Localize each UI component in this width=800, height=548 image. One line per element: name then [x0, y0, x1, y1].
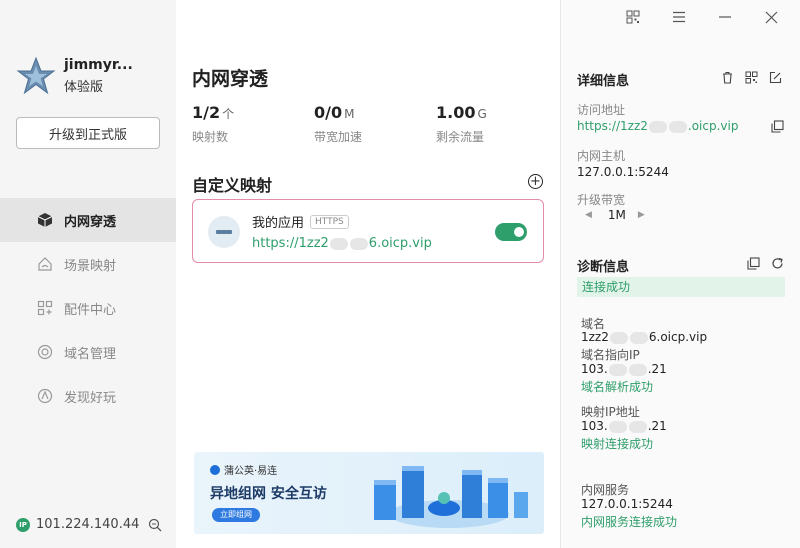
- decrease-arrow-icon[interactable]: ◀: [585, 210, 592, 220]
- sidebar-item-domain-management[interactable]: 域名管理: [0, 330, 176, 374]
- cube-icon: [36, 211, 54, 229]
- domain-ip-value: 103. .21: [581, 362, 667, 376]
- refresh-icon[interactable]: [770, 256, 784, 270]
- mapping-card[interactable]: 我的应用 HTTPS https://1zz2 6.oicp.vip: [192, 199, 544, 263]
- section-title-custom-mapping: 自定义映射: [192, 176, 273, 195]
- redacted-blur: [648, 120, 667, 133]
- diagnosis-title: 诊断信息: [577, 260, 630, 275]
- mapped-ip-label: 映射IP地址: [581, 405, 640, 419]
- increase-arrow-icon[interactable]: ▶: [638, 210, 645, 220]
- stats-row: 1/2 个 映射数 0/0 M 带宽加速 1.00 G 剩余流量: [192, 103, 558, 145]
- redacted-blur: [628, 420, 647, 433]
- minimize-icon[interactable]: [706, 2, 744, 32]
- window-controls: [614, 0, 800, 34]
- qr-scan-icon[interactable]: [614, 2, 652, 32]
- sidebar-item-discover[interactable]: 发现好玩: [0, 374, 176, 418]
- stat-bandwidth: 0/0 M 带宽加速: [314, 103, 436, 145]
- stat-label: 映射数: [192, 130, 229, 144]
- sidebar-item-label: 发现好玩: [64, 390, 117, 406]
- stat-mapping-count: 1/2 个 映射数: [192, 103, 314, 145]
- stat-value: 1.00: [436, 103, 476, 122]
- banner-button[interactable]: 立即组网: [212, 508, 260, 522]
- username: jimmyr...: [64, 57, 133, 73]
- user-profile[interactable]: jimmyr... 体验版: [16, 56, 133, 96]
- domain-value: 1zz2 6.oicp.vip: [581, 330, 708, 344]
- redacted-blur: [349, 237, 368, 250]
- stat-unit: 个: [222, 107, 235, 121]
- stat-label: 剩余流量: [436, 130, 485, 144]
- app-icon: [208, 216, 240, 248]
- detail-panel: 详细信息 访问地址 https://1zz2 .oicp.vip 内网主机 127…: [560, 0, 800, 548]
- intranet-host-label: 内网主机: [577, 149, 626, 163]
- redacted-blur: [629, 331, 648, 344]
- public-ip: IP 101.224.140.44: [16, 517, 139, 532]
- mapped-connect-status: 映射连接成功: [581, 437, 654, 451]
- sidebar-item-label: 配件中心: [64, 302, 117, 318]
- intranet-service-label: 内网服务: [581, 483, 630, 497]
- mapping-url[interactable]: https://1zz2 6.oicp.vip: [252, 236, 432, 251]
- home-scene-icon: [36, 255, 54, 273]
- banner-title: 异地组网 安全互访: [210, 486, 327, 502]
- delete-icon[interactable]: [720, 70, 734, 84]
- sidebar-item-accessories[interactable]: 配件中心: [0, 286, 176, 330]
- copy-address-icon[interactable]: [771, 120, 785, 134]
- globe-icon: [36, 343, 54, 361]
- search-log-icon[interactable]: [148, 518, 162, 532]
- close-icon[interactable]: [752, 2, 790, 32]
- stat-unit: G: [477, 107, 487, 121]
- access-address-link[interactable]: https://1zz2 .oicp.vip: [577, 119, 738, 133]
- banner-brand: 蒲公英·易连: [224, 466, 278, 477]
- access-address-label: 访问地址: [577, 103, 626, 117]
- upgrade-bandwidth-label: 升级带宽: [577, 193, 626, 207]
- stat-value: 1/2: [192, 103, 221, 122]
- sidebar-item-label: 场景映射: [64, 258, 117, 274]
- sidebar-item-label: 内网穿透: [64, 214, 117, 230]
- edit-icon[interactable]: [768, 70, 782, 84]
- copy-diagnosis-icon[interactable]: [746, 256, 760, 270]
- bandwidth-value: 1M: [607, 208, 626, 222]
- redacted-blur: [608, 420, 627, 433]
- stat-unit: M: [344, 107, 355, 121]
- domain-resolve-status: 域名解析成功: [581, 380, 654, 394]
- intranet-host-value: 127.0.0.1:5244: [577, 165, 669, 179]
- protocol-tag: HTTPS: [310, 214, 349, 229]
- sidebar: jimmyr... 体验版 升级到正式版 内网穿透 场景映射 配件中心 域名管理…: [0, 0, 176, 548]
- compass-icon: [36, 387, 54, 405]
- connection-status-badge: 连接成功: [577, 277, 785, 297]
- stat-value: 0/0: [314, 103, 343, 122]
- redacted-blur: [329, 237, 348, 250]
- promo-banner[interactable]: 蒲公英·易连 异地组网 安全互访 立即组网: [194, 452, 544, 534]
- redacted-blur: [609, 331, 628, 344]
- brand-logo-icon: [210, 464, 220, 475]
- mapping-name: 我的应用: [252, 216, 305, 231]
- grid-plus-icon: [36, 299, 54, 317]
- public-ip-value: 101.224.140.44: [36, 517, 140, 532]
- stat-traffic: 1.00 G 剩余流量: [436, 103, 558, 145]
- main-panel: 内网穿透 1/2 个 映射数 0/0 M 带宽加速 1.00 G 剩余流量 自定义映射…: [176, 0, 560, 548]
- redacted-blur: [608, 363, 627, 376]
- avatar-star-icon: [16, 56, 56, 96]
- bandwidth-stepper[interactable]: ◀ 1M ▶: [585, 208, 645, 222]
- network-illustration-icon: [374, 466, 528, 528]
- sidebar-item-scene-mapping[interactable]: 场景映射: [0, 242, 176, 286]
- detail-title: 详细信息: [577, 74, 630, 89]
- add-mapping-icon[interactable]: +: [528, 174, 543, 189]
- sidebar-item-label: 域名管理: [64, 346, 117, 362]
- page-title: 内网穿透: [192, 68, 269, 90]
- sidebar-nav: 内网穿透 场景映射 配件中心 域名管理 发现好玩: [0, 198, 176, 418]
- sidebar-item-intranet-penetration[interactable]: 内网穿透: [0, 198, 176, 242]
- redacted-blur: [628, 363, 647, 376]
- mapped-ip-value: 103. .21: [581, 419, 667, 433]
- domain-ip-label: 域名指向IP: [581, 348, 640, 362]
- ip-badge-icon: IP: [16, 517, 30, 532]
- upgrade-button[interactable]: 升级到正式版: [16, 117, 160, 149]
- plan-label: 体验版: [64, 80, 104, 95]
- qr-code-icon[interactable]: [744, 70, 758, 84]
- intranet-service-status: 内网服务连接成功: [581, 515, 678, 529]
- mapping-enable-toggle[interactable]: [495, 223, 527, 241]
- intranet-service-value: 127.0.0.1:5244: [581, 497, 673, 511]
- stat-label: 带宽加速: [314, 130, 363, 144]
- menu-icon[interactable]: [660, 2, 698, 32]
- redacted-blur: [668, 120, 687, 133]
